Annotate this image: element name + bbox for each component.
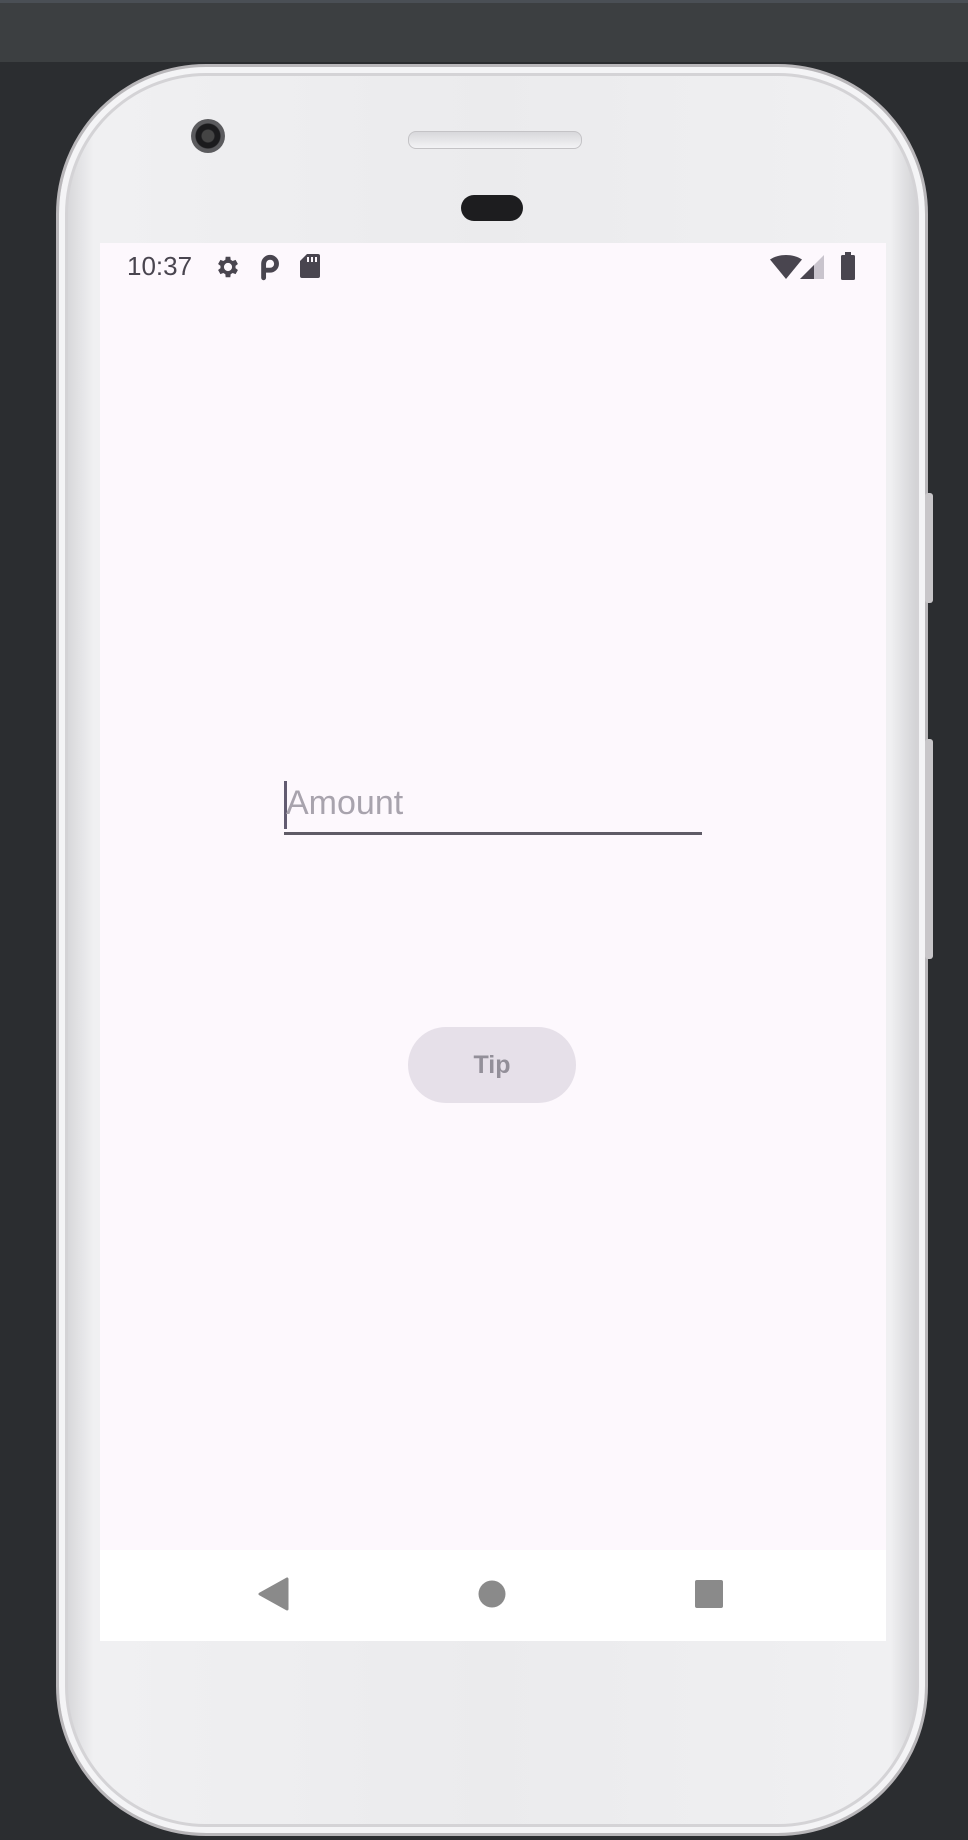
power-button xyxy=(925,493,933,603)
proximity-sensor xyxy=(461,195,523,221)
home-icon[interactable] xyxy=(470,1572,514,1616)
amount-field[interactable] xyxy=(284,775,702,835)
parking-icon xyxy=(256,253,282,285)
app-screen: 10:37 Amount Tip xyxy=(100,243,886,1641)
amount-input[interactable] xyxy=(286,775,696,831)
signal-icon xyxy=(800,255,826,283)
sd-card-icon xyxy=(299,253,321,283)
tip-button[interactable]: Tip xyxy=(408,1027,576,1103)
back-icon[interactable] xyxy=(251,1572,295,1616)
earpiece-speaker xyxy=(408,131,582,149)
front-camera xyxy=(191,119,225,153)
emulator-toolbar xyxy=(0,0,968,62)
phone-frame: 10:37 Amount Tip xyxy=(56,64,933,1836)
navigation-bar xyxy=(100,1550,886,1641)
wifi-icon xyxy=(770,255,802,283)
status-time: 10:37 xyxy=(127,251,193,281)
recents-icon[interactable] xyxy=(687,1572,731,1616)
gear-icon xyxy=(214,253,242,285)
battery-icon xyxy=(840,252,856,284)
status-bar: 10:37 xyxy=(100,243,886,291)
volume-button xyxy=(925,739,933,959)
